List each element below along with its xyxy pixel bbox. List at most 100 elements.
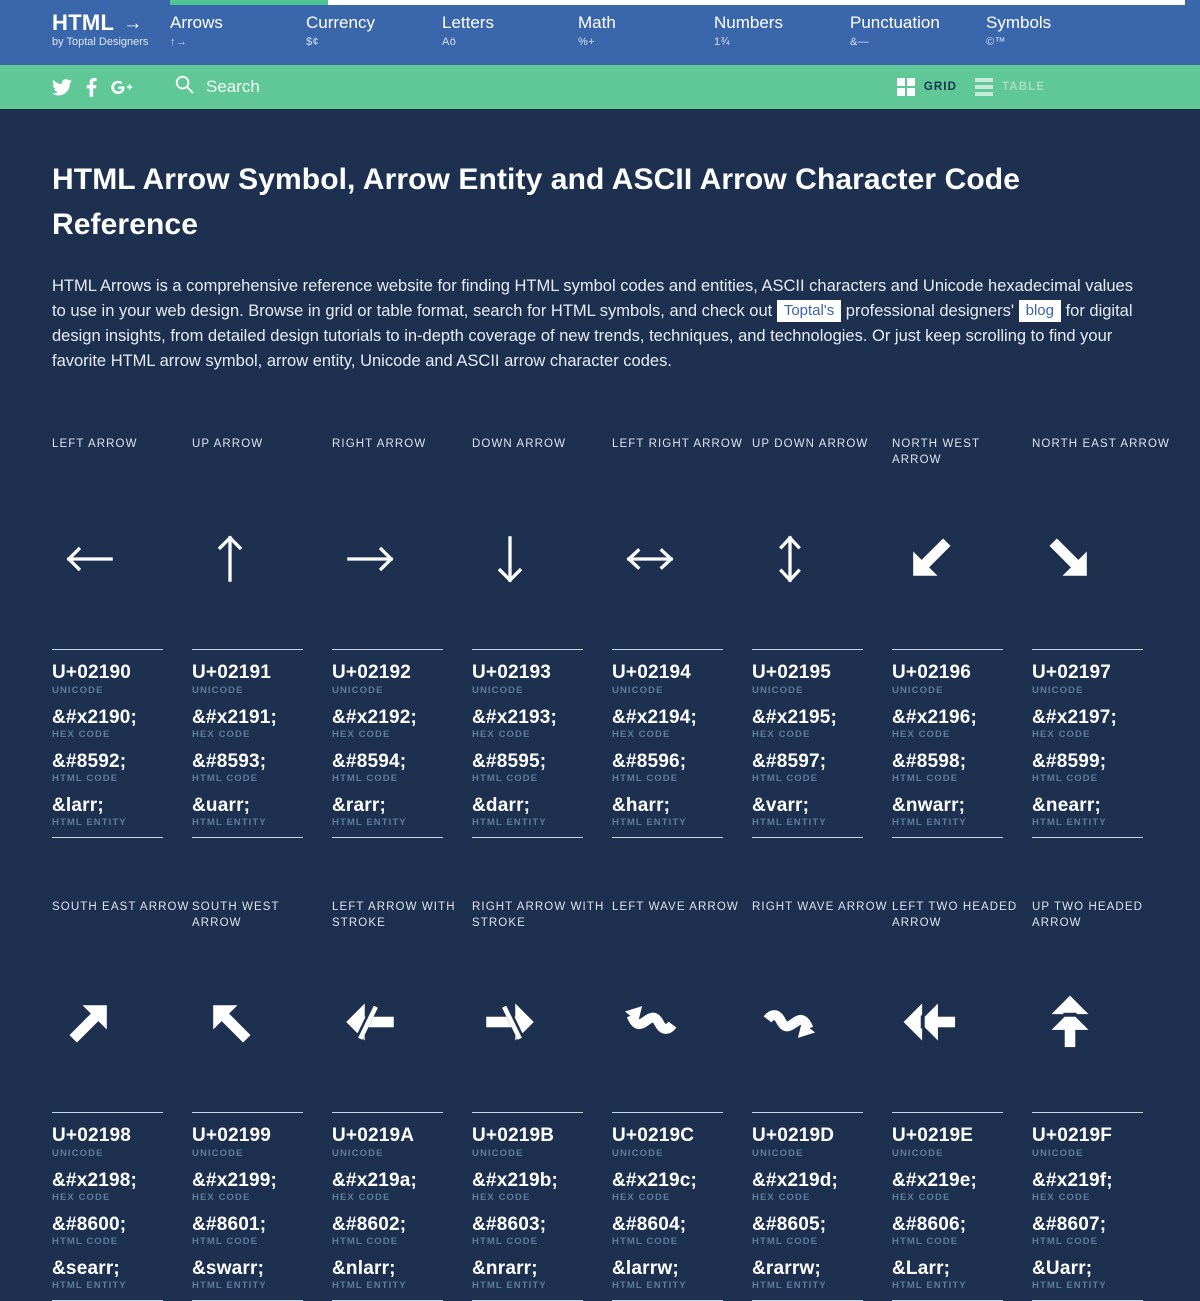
symbol-card[interactable]: LEFT ARROW U+02190 UNICODE &#x2190; HEX CODE… <box>52 437 192 839</box>
html-value: &#8601; <box>192 1213 267 1235</box>
unicode-label: UNICODE <box>472 684 524 696</box>
html-value: &#8600; <box>52 1213 127 1235</box>
symbol-codes: U+0219C UNICODE &#x219c; HEX CODE &#8604; HTM… <box>612 1113 752 1291</box>
entity-label: HTML ENTITY <box>612 1280 687 1292</box>
symbol-name: DOWN ARROW <box>472 438 567 451</box>
nav-label: Symbols <box>986 13 1052 32</box>
symbol-glyph-box <box>892 932 1032 1112</box>
entity-value: &searr; <box>52 1258 120 1280</box>
hex-value: &#x219a; <box>332 1169 418 1191</box>
progress-segment-green <box>170 0 328 5</box>
scroll-progress-strip <box>0 0 1200 5</box>
unicode-value: U+0219C <box>612 1125 695 1147</box>
progress-segment-blue <box>0 0 170 5</box>
progress-segment-end <box>1185 0 1200 5</box>
unicode-value: U+02192 <box>332 662 412 684</box>
hex-label: HEX CODE <box>1032 728 1091 740</box>
symbol-card[interactable]: SOUTH WEST ARROW U+02199 UNICODE &#x2199; HE… <box>192 900 332 1301</box>
facebook-icon[interactable] <box>86 77 97 97</box>
symbol-codes: U+02199 UNICODE &#x2199; HEX CODE &#8601; HTM… <box>192 1113 332 1291</box>
symbol-card[interactable]: LEFT TWO HEADED ARROW U+0219E UNICODE &#x21… <box>892 900 1032 1301</box>
arrow-up-icon <box>197 526 263 592</box>
symbol-codes: U+0219E UNICODE &#x219e; HEX CODE &#8606; HTM… <box>892 1113 1032 1291</box>
symbol-card[interactable]: UP ARROW U+02191 UNICODE &#x2191; HEX CODE &#… <box>192 437 332 839</box>
symbol-name: RIGHT WAVE ARROW <box>752 901 888 914</box>
symbol-card[interactable]: LEFT ARROW WITH STROKE U+0219A UNICODE &#x2… <box>332 900 472 1301</box>
symbol-name: UP DOWN ARROW <box>752 438 869 451</box>
hex-value: &#x2190; <box>52 706 138 728</box>
symbol-card[interactable]: LEFT WAVE ARROW U+0219C UNICODE &#x219c; HEX… <box>612 900 752 1301</box>
nav-item-arrows[interactable]: Arrows ↑→ <box>170 0 306 65</box>
html-label: HTML CODE <box>612 1236 679 1248</box>
hex-label: HEX CODE <box>892 1191 951 1203</box>
brand-title-text: HTML <box>52 10 115 35</box>
nav-label: Punctuation <box>850 13 940 32</box>
symbol-codes: U+02196 UNICODE &#x2196; HEX CODE &#8598; HTM… <box>892 650 1032 828</box>
googleplus-icon[interactable] <box>111 78 133 97</box>
symbol-codes: U+02191 UNICODE &#x2191; HEX CODE &#8593; HTM… <box>192 650 332 828</box>
symbol-card[interactable]: RIGHT ARROW WITH STROKE U+0219B UNICODE &#x… <box>472 900 612 1301</box>
html-label: HTML CODE <box>192 773 259 785</box>
symbol-glyph-box <box>612 469 752 649</box>
symbol-card[interactable]: NORTH WEST ARROW U+02196 UNICODE &#x2196; HE… <box>892 437 1032 839</box>
hex-value: &#x219d; <box>752 1169 839 1191</box>
hex-value: &#x2196; <box>892 706 978 728</box>
symbol-card[interactable]: RIGHT ARROW U+02192 UNICODE &#x2192; HEX COD… <box>332 437 472 839</box>
main-navigation: HTML → by Toptal Designers Arrows ↑→ Curr… <box>0 0 1200 65</box>
unicode-label: UNICODE <box>332 1147 384 1159</box>
symbol-name: LEFT ARROW WITH STROKE <box>332 901 456 929</box>
unicode-value: U+02199 <box>192 1125 272 1147</box>
html-value: &#8596; <box>612 750 687 772</box>
nav-item-numbers[interactable]: Numbers 1¾ <box>714 0 850 65</box>
arrow-left-stroke-icon <box>337 989 403 1055</box>
blog-link[interactable]: blog <box>1018 300 1061 322</box>
symbol-codes: U+02198 UNICODE &#x2198; HEX CODE &#8600; HTM… <box>52 1113 192 1291</box>
symbol-name: UP TWO HEADED ARROW <box>1032 901 1143 929</box>
symbol-glyph-box <box>332 469 472 649</box>
html-value: &#8604; <box>612 1213 687 1235</box>
symbol-name: NORTH WEST ARROW <box>892 438 980 466</box>
search-box[interactable] <box>175 75 566 99</box>
hex-label: HEX CODE <box>892 728 951 740</box>
twitter-icon[interactable] <box>52 78 72 96</box>
symbol-card[interactable]: UP TWO HEADED ARROW U+0219F UNICODE &#x219f… <box>1032 900 1172 1301</box>
hex-value: &#x2193; <box>472 706 558 728</box>
unicode-value: U+02196 <box>892 662 972 684</box>
symbol-glyph-box <box>472 932 612 1112</box>
symbol-card[interactable]: UP DOWN ARROW U+02195 UNICODE &#x2195; HEX C… <box>752 437 892 839</box>
intro-part-2: professional designers' <box>841 302 1019 321</box>
html-value: &#8594; <box>332 750 407 772</box>
unicode-label: UNICODE <box>752 684 804 696</box>
nav-item-symbols[interactable]: Symbols ©™ <box>986 0 1122 65</box>
html-label: HTML CODE <box>472 1236 539 1248</box>
html-label: HTML CODE <box>332 773 399 785</box>
nav-item-punctuation[interactable]: Punctuation &— <box>850 0 986 65</box>
nav-item-letters[interactable]: Letters Aö <box>442 0 578 65</box>
toptal-link[interactable]: Toptal's <box>776 300 842 322</box>
brand-logo[interactable]: HTML → by Toptal Designers <box>0 0 170 65</box>
symbol-card[interactable]: LEFT RIGHT ARROW U+02194 UNICODE &#x2194; HE… <box>612 437 752 839</box>
hex-value: &#x2199; <box>192 1169 278 1191</box>
unicode-label: UNICODE <box>472 1147 524 1159</box>
hex-value: &#x219f; <box>1032 1169 1113 1191</box>
symbol-card[interactable]: RIGHT WAVE ARROW U+0219D UNICODE &#x219d; HE… <box>752 900 892 1301</box>
grid-icon <box>896 78 915 96</box>
nav-item-currency[interactable]: Currency $¢ <box>306 0 442 65</box>
entity-label: HTML ENTITY <box>192 817 267 829</box>
symbol-card[interactable]: DOWN ARROW U+02193 UNICODE &#x2193; HEX CODE… <box>472 437 612 839</box>
view-option-table[interactable]: TABLE <box>975 78 1045 96</box>
view-option-grid[interactable]: GRID <box>896 78 957 96</box>
html-label: HTML CODE <box>472 773 539 785</box>
symbol-codes: U+02193 UNICODE &#x2193; HEX CODE &#8595; HTM… <box>472 650 612 828</box>
social-links <box>0 77 133 97</box>
symbol-card[interactable]: SOUTH EAST ARROW U+02198 UNICODE &#x2198; HE… <box>52 900 192 1301</box>
view-option-label: TABLE <box>1002 81 1045 93</box>
symbol-card[interactable]: NORTH EAST ARROW U+02197 UNICODE &#x2197; HE… <box>1032 437 1172 839</box>
entity-label: HTML ENTITY <box>192 1280 267 1292</box>
symbol-glyph-box <box>52 469 192 649</box>
search-input[interactable] <box>206 77 566 97</box>
nav-item-math[interactable]: Math %+ <box>578 0 714 65</box>
symbol-codes: U+02194 UNICODE &#x2194; HEX CODE &#8596; HTM… <box>612 650 752 828</box>
html-value: &#8595; <box>472 750 547 772</box>
html-label: HTML CODE <box>192 1236 259 1248</box>
